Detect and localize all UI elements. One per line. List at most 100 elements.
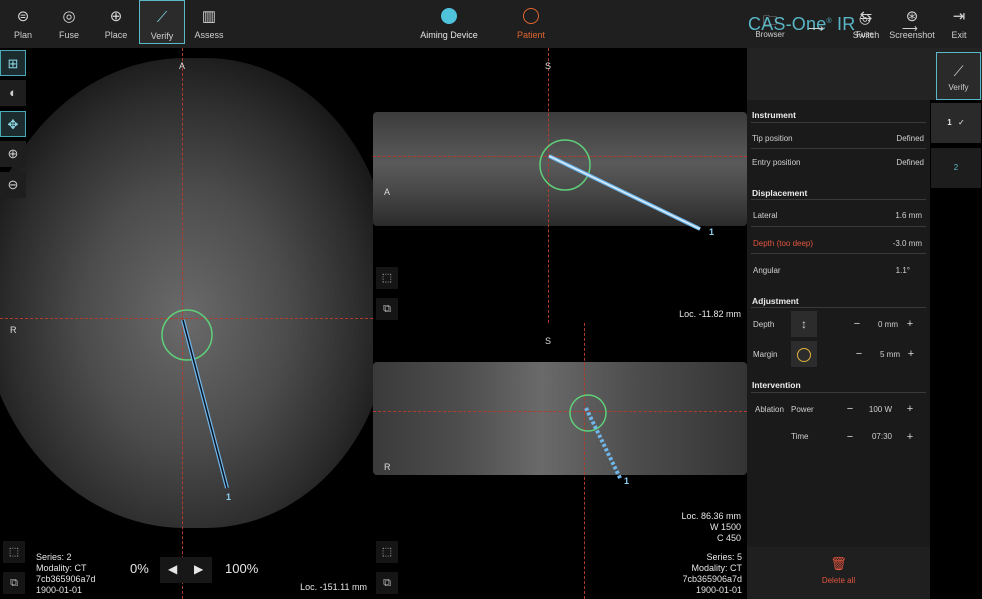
verify-label: Verify [150, 31, 174, 41]
power-label: Power [791, 405, 814, 414]
exit-button[interactable]: ⇥ Exit [936, 0, 982, 44]
coronal-layout-button[interactable]: ⬚ [376, 541, 398, 563]
lateral-value: 1.6 mm [895, 211, 922, 220]
series-info-right: Series: 5 Modality: CT 7cb365906a7d 1900… [660, 552, 742, 596]
place-label: Place [104, 30, 128, 40]
window-level-tool[interactable]: ◐ [0, 80, 26, 106]
pan-tool[interactable]: ✥ [0, 111, 26, 137]
adjust-depth-label: Depth [753, 320, 775, 329]
fuse-icon: ◎ [858, 10, 872, 26]
axial-export-button[interactable]: ⧉ [3, 572, 25, 594]
divider [751, 148, 926, 149]
sagittal-layout-button[interactable]: ⬚ [376, 267, 398, 289]
margin-increase-button[interactable]: + [905, 348, 917, 360]
verify-button[interactable]: ⟋ Verify [139, 0, 185, 44]
workflow-browser-button[interactable]: 🗀 Browser [751, 0, 789, 48]
export-icon: ⧉ [383, 303, 391, 315]
intervention-heading: Intervention [752, 380, 801, 390]
trash-icon: 🗑 [830, 556, 847, 571]
aiming-device-dot [441, 8, 457, 24]
depth-increase-button[interactable]: + [904, 318, 916, 330]
angular-label: Angular [753, 266, 781, 275]
depth-icon: ↕ [791, 311, 817, 337]
slice-percent-end: 100% [225, 561, 259, 576]
time-label: Time [791, 432, 809, 441]
sagittal-export-button[interactable]: ⧉ [376, 298, 398, 320]
entry-position-label: Entry position [752, 158, 801, 167]
plan-button[interactable]: ⊜ Plan [0, 0, 46, 44]
divider [751, 199, 926, 200]
axial-needle-label: 1 [226, 492, 232, 502]
next-slice-button[interactable]: ▶ [194, 562, 203, 576]
angular-value: 1.1° [895, 266, 910, 275]
axial-orientation-left: R [10, 325, 17, 335]
workflow-verify-button[interactable]: ⟋ Verify [936, 52, 981, 100]
series-number: Series: 5 [706, 552, 742, 562]
axial-overlay [161, 309, 229, 489]
series-id: 7cb365906a7d [682, 574, 742, 584]
ablation-label: Ablation [755, 405, 784, 414]
axial-layout-button[interactable]: ⬚ [3, 541, 25, 563]
divider [751, 392, 926, 393]
power-increase-button[interactable]: + [904, 403, 916, 415]
frame-icon: ⬚ [381, 272, 393, 284]
axial-orientation-top: A [179, 61, 186, 71]
series-modality: Modality: CT [36, 563, 87, 573]
workflow-verify-label: Verify [948, 83, 969, 92]
zoom-out-tool[interactable]: ⊖ [0, 172, 26, 198]
place-button[interactable]: ⊕ Place [93, 0, 139, 44]
assess-button[interactable]: ▥ Assess [186, 0, 232, 44]
workflow-fuse-button[interactable]: ◎ Fuse [848, 0, 882, 48]
tip-position-value: Defined [896, 134, 924, 143]
needle-slot-2[interactable]: 2 [931, 148, 981, 188]
sagittal-orientation-top: S [545, 61, 552, 71]
sagittal-needle-label: 1 [709, 227, 715, 237]
tip-position-label: Tip position [752, 134, 793, 143]
needle-slot-1-label: 1 [947, 118, 952, 127]
layout-icon: ⊞ [7, 56, 19, 71]
patient-indicator[interactable]: Patient [505, 6, 557, 40]
needle-slot-1[interactable]: 1 ✓ [931, 103, 981, 143]
assess-icon: ▥ [201, 8, 217, 25]
time-decrease-button[interactable]: − [844, 431, 856, 443]
margin-value: 5 mm [880, 350, 900, 359]
delete-all-button[interactable]: 🗑 Delete all [747, 547, 930, 599]
layout-tool[interactable]: ⊞ [0, 50, 26, 76]
depth-decrease-button[interactable]: − [851, 318, 863, 330]
previous-slice-button[interactable]: ◀ [168, 562, 177, 576]
sagittal-viewport[interactable]: S A 1 Loc. -11.82 mm [373, 48, 747, 323]
divider [751, 226, 926, 227]
sagittal-orientation-left: A [384, 187, 391, 197]
margin-icon [791, 341, 817, 367]
frame-icon: ⬚ [8, 546, 20, 558]
lateral-label: Lateral [753, 211, 778, 220]
delete-all-label: Delete all [821, 576, 856, 585]
verify-icon: ⟋ [156, 9, 168, 26]
chevron-right-icon: ▶ [194, 562, 204, 576]
slice-percent-start: 0% [130, 561, 149, 576]
divider [751, 253, 926, 254]
plan-icon: ⊜ [16, 8, 30, 25]
coronal-orientation-left: R [384, 462, 391, 472]
verification-panel [747, 48, 930, 599]
axial-viewport[interactable]: A R 1 Loc. -151.11 mm [0, 48, 373, 599]
power-decrease-button[interactable]: − [844, 403, 856, 415]
aiming-device-indicator[interactable]: Aiming Device [416, 6, 482, 40]
margin-label: Margin [753, 350, 778, 359]
sagittal-overlay [539, 139, 701, 231]
export-icon: ⧉ [10, 577, 18, 589]
depth-value: -3.0 mm [892, 239, 922, 248]
margin-decrease-button[interactable]: − [853, 348, 865, 360]
fuse-button[interactable]: ◎ Fuse [46, 0, 92, 44]
place-icon: ⊕ [109, 8, 123, 25]
patient-label: Patient [516, 30, 546, 40]
coronal-export-button[interactable]: ⧉ [376, 572, 398, 594]
verify-icon: ⟋ [953, 63, 964, 79]
assess-label: Assess [194, 30, 224, 40]
time-increase-button[interactable]: + [904, 431, 916, 443]
coronal-window-center: C 450 [716, 533, 741, 543]
series-modality: Modality: CT [691, 563, 742, 573]
zoom-out-icon: ⊖ [7, 177, 19, 192]
series-id: 7cb365906a7d [36, 574, 96, 584]
zoom-in-tool[interactable]: ⊕ [0, 141, 26, 167]
